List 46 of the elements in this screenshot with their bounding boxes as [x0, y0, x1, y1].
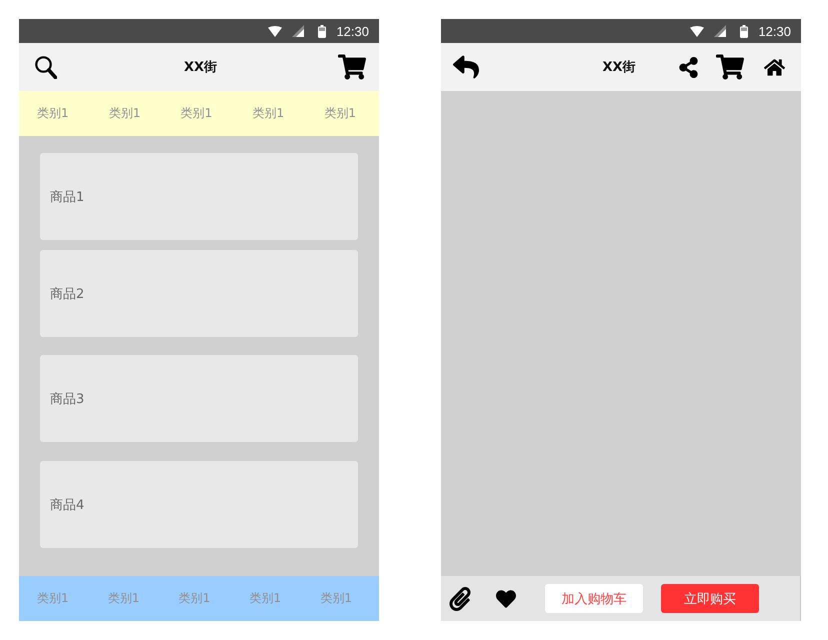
wifi-icon — [690, 26, 704, 36]
product-name: 商品2 — [50, 286, 84, 302]
battery-icon — [318, 24, 326, 38]
bottom-category-tab[interactable]: 类别1 — [249, 590, 282, 607]
share-icon — [678, 56, 699, 78]
home-icon — [764, 56, 785, 78]
header-title: XX街 — [602, 59, 636, 76]
search-button[interactable] — [35, 56, 57, 78]
add-to-cart-button[interactable]: 加入购物车 — [545, 584, 643, 613]
category-tab[interactable]: 类别1 — [324, 105, 356, 122]
bottom-category-tab[interactable]: 类别1 — [108, 590, 140, 607]
bottom-category-tab[interactable]: 类别1 — [178, 590, 210, 607]
back-button[interactable] — [453, 54, 479, 80]
cart-icon — [338, 53, 366, 81]
share-button[interactable] — [678, 56, 699, 78]
signal-icon — [714, 25, 726, 37]
product-card[interactable]: 商品4 — [40, 461, 358, 548]
bottom-category-tab[interactable]: 类别1 — [37, 590, 69, 607]
product-name: 商品3 — [50, 390, 84, 408]
attach-button[interactable] — [448, 586, 472, 610]
header-title: XX街 — [184, 59, 218, 76]
bottom-category-tab[interactable]: 类别1 — [320, 590, 352, 607]
buy-now-button[interactable]: 立即购买 — [661, 584, 759, 613]
product-card[interactable]: 商品1 — [40, 153, 358, 240]
home-button[interactable] — [764, 56, 785, 78]
category-tab[interactable]: 类别1 — [37, 105, 69, 122]
battery-icon — [740, 24, 748, 38]
paperclip-icon — [448, 586, 472, 610]
product-name: 商品1 — [50, 188, 84, 206]
category-tab[interactable]: 类别1 — [108, 105, 140, 122]
status-time: 12:30 — [758, 24, 791, 38]
status-time: 12:30 — [336, 24, 369, 38]
category-tab[interactable]: 类别1 — [252, 105, 284, 122]
product-card[interactable]: 商品2 — [40, 250, 358, 337]
cart-icon — [716, 53, 744, 81]
favorite-button[interactable] — [496, 588, 516, 608]
cart-button[interactable] — [716, 53, 744, 81]
signal-icon — [292, 25, 304, 37]
wifi-icon — [268, 26, 282, 36]
category-tab[interactable]: 类别1 — [180, 105, 212, 122]
product-card[interactable]: 商品3 — [40, 355, 358, 442]
search-icon — [35, 56, 57, 78]
cart-button[interactable] — [338, 53, 366, 81]
back-arrow-icon — [453, 54, 479, 80]
product-name: 商品4 — [50, 496, 84, 514]
heart-icon — [496, 588, 516, 608]
